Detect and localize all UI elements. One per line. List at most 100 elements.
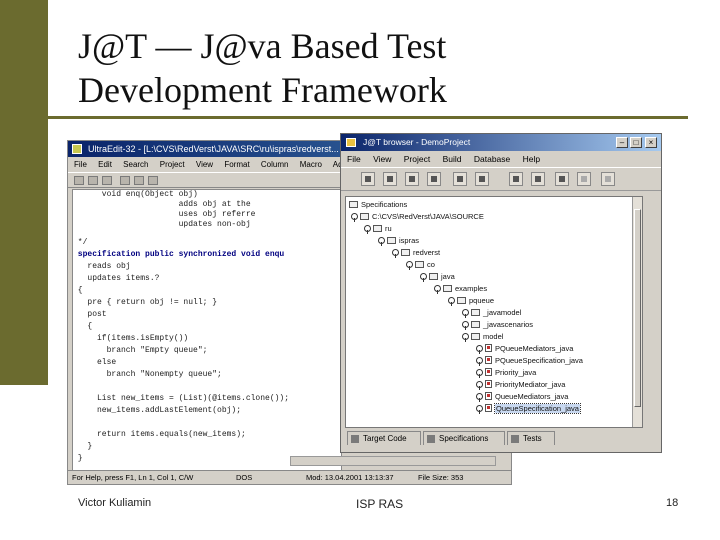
new-file-icon[interactable] [74,176,84,185]
tool-refresh-icon[interactable] [601,172,615,186]
tab-specifications[interactable]: Specifications [423,431,505,445]
tree-node[interactable]: C:\CVS\RedVerst\JAVA\SOURCE [351,211,484,222]
status-format: DOS [236,473,253,482]
open-file-icon[interactable] [88,176,98,185]
tree-handle-icon[interactable] [420,273,427,282]
tree-node[interactable]: PQueueSpecification_java [476,355,583,366]
ue-menu-macro[interactable]: Macro [300,160,322,169]
minimize-icon[interactable]: – [616,137,628,148]
cut-icon[interactable] [120,176,130,185]
tree-handle-icon[interactable] [392,249,399,258]
tool-print-icon[interactable] [383,172,397,186]
code-line: if(items.isEmpty()) [73,334,189,343]
close-icon[interactable]: × [645,137,657,148]
ultraedit-code-area[interactable]: void enq(Object obj) adds obj at the use… [72,189,342,477]
tool-settings-icon[interactable] [577,172,591,186]
tool-document-icon[interactable] [453,172,467,186]
tab-tests[interactable]: Tests [507,431,555,445]
jat-menu-help[interactable]: Help [523,154,540,164]
tab-target-code[interactable]: Target Code [347,431,421,445]
tree-node[interactable]: java [420,271,455,282]
test-icon [511,435,519,443]
jat-menu-build[interactable]: Build [443,154,462,164]
code-line: else [73,358,117,367]
ultraedit-title-text: UltraEdit-32 - [L:\CVS\RedVerst\JAVA\SRC… [88,144,339,154]
ultraedit-hscrollbar[interactable] [290,456,496,466]
jat-menu-database[interactable]: Database [474,154,510,164]
tree-node[interactable]: model [462,331,503,342]
tree-scrollbar[interactable] [632,197,642,427]
tree-handle-icon[interactable] [434,285,441,294]
code-line: updates items.? [73,274,160,283]
tree-handle-icon[interactable] [476,393,483,402]
paste-icon[interactable] [148,176,158,185]
code-line: { [73,322,93,331]
ue-menu-format[interactable]: Format [224,160,249,169]
tree-handle-icon[interactable] [476,345,483,354]
tree-handle-icon[interactable] [476,405,483,414]
save-icon[interactable] [102,176,112,185]
slide-title: J@T — J@va Based Test Development Framew… [78,24,678,112]
tree-node[interactable]: PQueueMediators_java [476,343,573,354]
tree-handle-icon[interactable] [476,381,483,390]
tree-handle-icon[interactable] [364,225,371,234]
spec-file-icon [485,392,492,400]
tree-handle-icon[interactable] [378,237,385,246]
tree-node[interactable]: _javascenarios [462,319,533,330]
ue-menu-file[interactable]: File [74,160,87,169]
folder-icon [415,261,424,268]
tree-node[interactable]: ru [364,223,392,234]
tool-run-icon[interactable] [555,172,569,186]
tree-handle-icon[interactable] [448,297,455,306]
folder-icon [387,237,396,244]
tool-compile-icon[interactable] [509,172,523,186]
jat-titlebar[interactable]: J@T browser - DemoProject – □ × [341,134,661,151]
tree-node[interactable]: QueueMediators_java [476,391,568,402]
footer-page-number: 18 [666,497,679,509]
tree-node[interactable]: ispras [378,235,419,246]
ue-menu-search[interactable]: Search [123,160,148,169]
tree-handle-icon[interactable] [476,369,483,378]
folder-icon [373,225,382,232]
tree-node[interactable]: redverst [392,247,440,258]
tool-bug-icon[interactable] [475,172,489,186]
copy-icon[interactable] [134,176,144,185]
tree-handle-icon[interactable] [351,213,358,222]
tree-handle-icon[interactable] [462,309,469,318]
tool-edit-icon[interactable] [405,172,419,186]
spec-file-icon [485,368,492,376]
ue-menu-project[interactable]: Project [160,160,185,169]
tree-handle-icon[interactable] [406,261,413,270]
folder-icon [457,297,466,304]
tree-node[interactable]: examples [434,283,487,294]
tree-node[interactable]: pqueue [448,295,494,306]
folder-icon [360,213,369,220]
tree-handle-icon[interactable] [462,321,469,330]
ue-menu-edit[interactable]: Edit [98,160,112,169]
tool-back-icon[interactable] [427,172,441,186]
tree-node[interactable]: Priority_java [476,367,536,378]
tree-node[interactable]: PriorityMediator_java [476,379,565,390]
tool-move-icon[interactable] [361,172,375,186]
tree-node[interactable]: co [406,259,435,270]
tree-node-selected[interactable]: QueueSpecification_java [476,403,581,414]
tool-check-icon[interactable] [531,172,545,186]
jat-menu-view[interactable]: View [373,154,391,164]
spec-file-icon [485,404,492,412]
footer-organization: ISP RAS [356,497,404,511]
tree-handle-icon[interactable] [462,333,469,342]
tree-handle-icon[interactable] [476,357,483,366]
scrollbar-thumb[interactable] [634,209,641,407]
code-line: reads obj [73,262,131,271]
specification-tree[interactable]: Specifications C:\CVS\RedVerst\JAVA\SOUR… [345,196,643,428]
tree-node[interactable]: Specifications [349,199,407,210]
maximize-icon[interactable]: □ [630,137,642,148]
ue-menu-view[interactable]: View [196,160,213,169]
tree-node[interactable]: _javamodel [462,307,521,318]
jat-menu-project[interactable]: Project [404,154,430,164]
code-line: pre { return obj != null; } [73,298,218,307]
code-line: new_items.addLastElement(obj); [73,406,242,415]
jat-menubar: File View Project Build Database Help [341,151,661,167]
ue-menu-column[interactable]: Column [261,160,289,169]
jat-menu-file[interactable]: File [347,154,361,164]
